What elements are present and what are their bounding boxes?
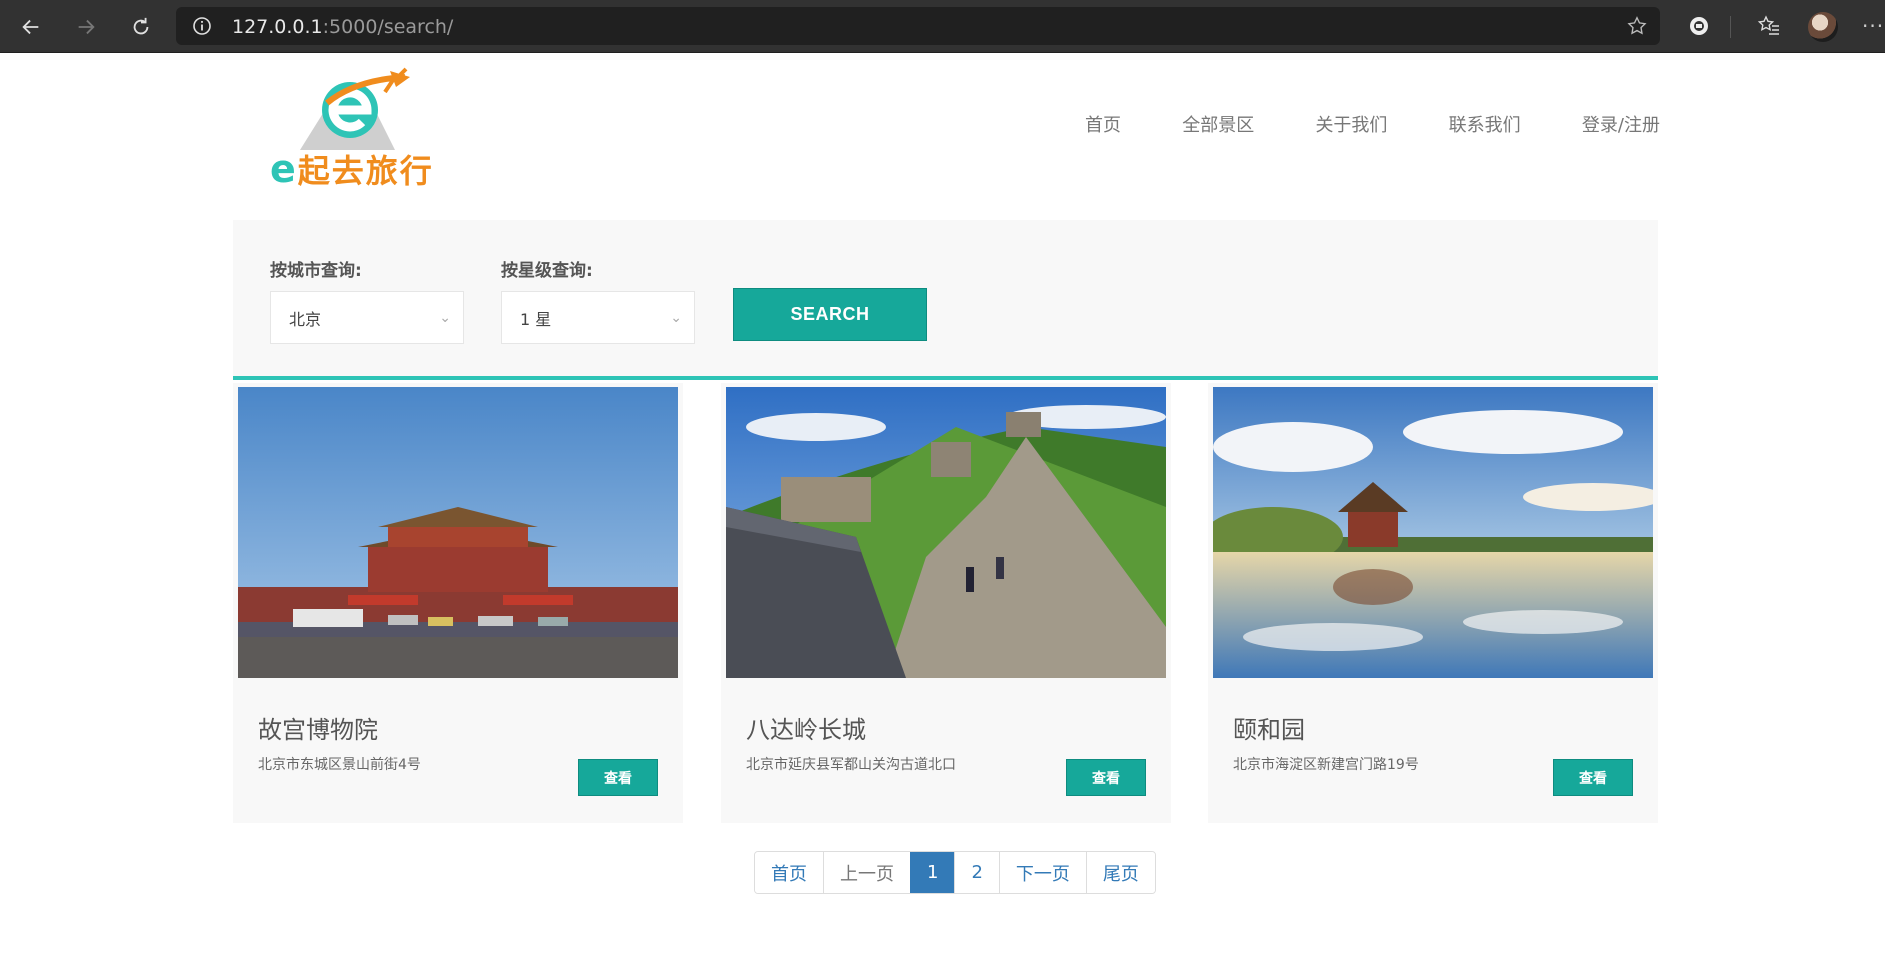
forward-arrow-icon[interactable] (70, 11, 102, 43)
scenic-card: 颐和园 北京市海淀区新建宫门路19号 查看 (1208, 383, 1658, 823)
forbidden-city-photo[interactable] (238, 387, 678, 678)
star-filter: 按星级查询: 1 星 ⌄ (501, 256, 695, 344)
view-button[interactable]: 查看 (1553, 759, 1633, 796)
star-select-value: 1 星 (520, 309, 552, 329)
chevron-down-icon: ⌄ (670, 309, 682, 326)
scenic-card: 故宫博物院 北京市东城区景山前街4号 查看 (233, 383, 683, 823)
nav-login-register[interactable]: 登录/注册 (1582, 111, 1660, 137)
logo-text: e起去旅行 (270, 146, 434, 192)
logo-wordmark: 起去旅行 (297, 152, 434, 190)
top-nav: 首页 全部景区 关于我们 联系我们 登录/注册 (1085, 111, 1660, 137)
star-icon[interactable] (1626, 15, 1648, 37)
browser-toolbar: 127.0.0.1:5000/search/ ··· (0, 0, 1885, 53)
city-select-value: 北京 (289, 309, 322, 329)
favorites-icon[interactable] (1757, 14, 1781, 38)
city-label: 按城市查询: (270, 261, 362, 281)
scenic-card: 八达岭长城 北京市延庆县军都山关沟古道北口 查看 (721, 383, 1171, 823)
star-select[interactable]: 1 星 ⌄ (501, 291, 695, 344)
url-host: 127.0.0.1 (232, 16, 323, 38)
card-address: 北京市海淀区新建宫门路19号 (1233, 757, 1419, 773)
more-icon[interactable]: ··· (1862, 14, 1884, 38)
city-select[interactable]: 北京 ⌄ (270, 291, 464, 344)
search-button[interactable]: SEARCH (733, 288, 927, 341)
page-last[interactable]: 尾页 (1085, 852, 1155, 893)
nav-contact[interactable]: 联系我们 (1449, 111, 1521, 137)
card-address: 北京市延庆县军都山关沟古道北口 (746, 757, 956, 773)
card-title: 八达岭长城 (746, 716, 866, 744)
view-button[interactable]: 查看 (578, 759, 658, 796)
address-bar[interactable]: 127.0.0.1:5000/search/ (176, 7, 1660, 45)
avatar[interactable] (1808, 12, 1838, 42)
search-panel: 按城市查询: 北京 ⌄ 按星级查询: 1 星 ⌄ SEARCH (233, 220, 1658, 380)
chevron-down-icon: ⌄ (439, 309, 451, 326)
nav-home[interactable]: 首页 (1085, 111, 1121, 137)
url-path: :5000/search/ (322, 16, 454, 38)
page-prev[interactable]: 上一页 (823, 852, 910, 893)
view-button[interactable]: 查看 (1066, 759, 1146, 796)
page-2[interactable]: 2 (954, 852, 999, 893)
star-label: 按星级查询: (501, 261, 593, 281)
toolbar-divider (1730, 16, 1731, 38)
reload-icon[interactable] (125, 11, 157, 43)
great-wall-photo[interactable] (726, 387, 1166, 678)
card-address: 北京市东城区景山前街4号 (258, 757, 421, 773)
nav-all-scenic[interactable]: 全部景区 (1182, 111, 1254, 137)
info-icon[interactable] (192, 16, 212, 36)
back-arrow-icon[interactable] (15, 11, 47, 43)
url-text[interactable]: 127.0.0.1:5000/search/ (232, 16, 453, 38)
page-1[interactable]: 1 (910, 852, 955, 893)
logo-letter: e (270, 147, 298, 191)
nav-about[interactable]: 关于我们 (1315, 111, 1387, 137)
summer-palace-photo[interactable] (1213, 387, 1653, 678)
city-filter: 按城市查询: 北京 ⌄ (270, 256, 464, 344)
card-title: 颐和园 (1233, 716, 1305, 744)
card-title: 故宫博物院 (258, 716, 378, 744)
extension-icon[interactable] (1687, 14, 1711, 38)
pagination: 首页 上一页 1 2 下一页 尾页 (754, 851, 1156, 894)
page-next[interactable]: 下一页 (998, 852, 1086, 893)
page-first[interactable]: 首页 (755, 852, 823, 893)
